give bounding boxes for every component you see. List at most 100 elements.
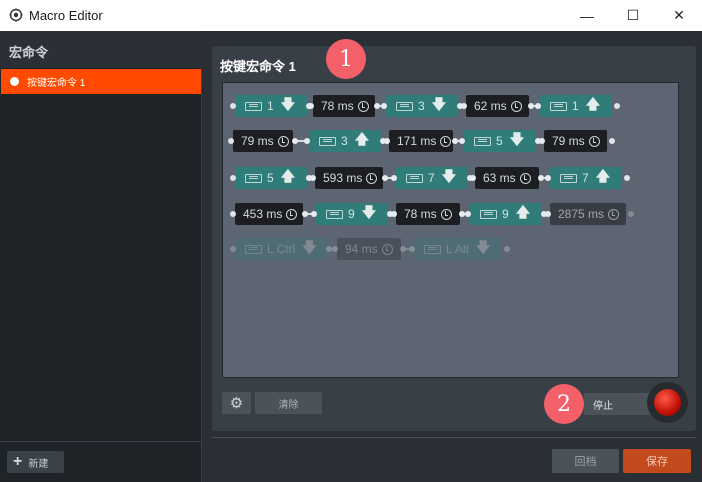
key-label: 1 <box>572 99 579 113</box>
step-connector <box>459 211 471 217</box>
badge-number: 2 <box>557 391 571 417</box>
app-logo-icon <box>9 8 23 22</box>
key-label: 7 <box>428 171 435 185</box>
delay-value: 171 ms <box>397 134 437 148</box>
delay-step-chip[interactable]: 94 ms <box>337 238 401 260</box>
delay-value: 79 ms <box>552 134 585 148</box>
key-step-chip[interactable]: 3 🡇 <box>386 95 458 117</box>
save-button[interactable]: 保存 <box>623 449 691 473</box>
save-label: 保存 <box>646 456 668 468</box>
title-bar: Macro Editor — ☐ ✕ <box>0 0 702 31</box>
step-connector <box>326 246 338 252</box>
clock-icon <box>440 135 452 147</box>
sidebar-item-macro[interactable]: 按键宏命令 1 <box>1 69 201 94</box>
key-step-chip[interactable]: 9 🡇 <box>316 203 388 225</box>
delay-step-chip[interactable]: 593 ms <box>315 167 383 189</box>
clock-icon <box>277 135 289 147</box>
delay-step-chip[interactable]: 79 ms <box>233 130 293 152</box>
connector-pin <box>230 175 236 181</box>
clock-icon <box>510 100 522 112</box>
keyboard-icon <box>474 136 491 146</box>
delay-step-chip[interactable]: 453 ms <box>235 203 303 225</box>
clear-button[interactable]: 清除 <box>255 392 322 414</box>
arrow-down-icon: 🡇 <box>302 239 317 255</box>
recall-button[interactable]: 回档 <box>552 449 619 473</box>
arrow-down-icon: 🡇 <box>509 131 525 147</box>
delay-step-chip[interactable]: 78 ms <box>313 95 375 117</box>
gear-icon: ⚙ <box>229 395 244 412</box>
delay-value: 593 ms <box>323 171 363 185</box>
keyboard-icon <box>245 101 262 111</box>
step-connector <box>457 103 467 109</box>
key-step-chip[interactable]: L Alt 🡇 <box>414 238 502 260</box>
delay-step-chip[interactable]: 171 ms <box>389 130 453 152</box>
macro-title: 按键宏命令 1 <box>220 59 296 74</box>
delay-value: 2875 ms <box>558 207 605 221</box>
record-button[interactable] <box>647 382 688 423</box>
delay-value: 94 ms <box>345 242 378 256</box>
key-step-chip[interactable]: 3 🡅 <box>309 130 381 152</box>
delay-value: 63 ms <box>483 171 516 185</box>
step-connector <box>538 175 551 181</box>
keyboard-icon <box>245 173 262 183</box>
settings-button[interactable]: ⚙ <box>222 392 251 414</box>
clock-icon <box>366 172 378 184</box>
sidebar-title: 宏命令 <box>9 45 49 60</box>
new-macro-label: 新建 <box>28 458 49 470</box>
macro-editor-window: Macro Editor — ☐ ✕ 宏命令 按键宏命令 1 + 新建 按键宏命… <box>0 0 702 482</box>
delay-step-chip[interactable]: 63 ms <box>475 167 539 189</box>
sidebar-header: 宏命令 <box>0 31 202 68</box>
window-title: Macro Editor <box>29 8 103 23</box>
key-label: 7 <box>582 171 589 185</box>
connector-pin <box>228 138 234 144</box>
macro-step-canvas[interactable]: 1 🡇 78 ms 3 🡇 62 ms 1 🡅 79 ms 3 🡅 171 ms 5 🡇 79 ms 5 🡅 59… <box>222 82 679 378</box>
maximize-button[interactable]: ☐ <box>610 0 656 31</box>
step-connector <box>400 246 415 252</box>
delay-step-chip[interactable]: 78 ms <box>396 203 460 225</box>
clock-icon <box>608 208 620 220</box>
delay-step-chip[interactable]: 62 ms <box>466 95 529 117</box>
step-connector <box>302 211 317 217</box>
key-step-chip[interactable]: 5 🡇 <box>464 130 536 152</box>
key-step-chip[interactable]: 5 🡅 <box>235 167 307 189</box>
step-connector <box>452 138 465 144</box>
badge-number: 1 <box>339 46 353 72</box>
key-label: 5 <box>496 134 503 148</box>
keyboard-icon <box>560 173 577 183</box>
key-step-chip[interactable]: 1 🡅 <box>540 95 612 117</box>
key-label: 3 <box>418 99 425 113</box>
key-step-chip[interactable]: 9 🡅 <box>470 203 542 225</box>
arrow-down-icon: 🡇 <box>475 239 491 255</box>
delay-step-chip[interactable]: 2875 ms <box>550 203 626 225</box>
minimize-button[interactable]: — <box>564 0 610 31</box>
key-step-chip[interactable]: 7 🡇 <box>396 167 468 189</box>
connector-pin <box>609 138 615 144</box>
connector-pin <box>230 103 236 109</box>
arrow-up-icon: 🡅 <box>515 204 531 220</box>
delay-value: 62 ms <box>474 99 507 113</box>
key-step-chip[interactable]: 7 🡅 <box>550 167 622 189</box>
key-label: 3 <box>341 134 348 148</box>
macro-panel: 按键宏命令 1 1 🡇 78 ms 3 🡇 62 ms 1 🡅 79 ms 3 🡅 171 ms 5 🡇 7… <box>212 46 696 431</box>
arrow-down-icon: 🡇 <box>280 96 296 112</box>
sidebar: 宏命令 按键宏命令 1 + 新建 <box>0 31 202 482</box>
plus-icon: + <box>13 453 23 470</box>
keyboard-icon <box>424 244 441 254</box>
key-step-chip[interactable]: 1 🡇 <box>235 95 307 117</box>
key-label: 9 <box>348 207 355 221</box>
step-connector <box>380 138 390 144</box>
delay-value: 453 ms <box>243 207 283 221</box>
keyboard-icon <box>326 209 343 219</box>
close-button[interactable]: ✕ <box>656 0 702 31</box>
step-connector <box>467 175 476 181</box>
arrow-up-icon: 🡅 <box>595 168 611 184</box>
connector-pin <box>614 103 620 109</box>
delay-step-chip[interactable]: 79 ms <box>544 130 607 152</box>
key-label: 5 <box>267 171 274 185</box>
clock-icon <box>357 100 369 112</box>
keyboard-icon <box>406 173 423 183</box>
key-step-chip[interactable]: L Ctrl 🡇 <box>235 238 327 260</box>
annotation-badge-2: 2 <box>544 384 584 424</box>
minimize-icon: — <box>580 7 594 24</box>
new-macro-button[interactable]: + 新建 <box>7 451 64 473</box>
